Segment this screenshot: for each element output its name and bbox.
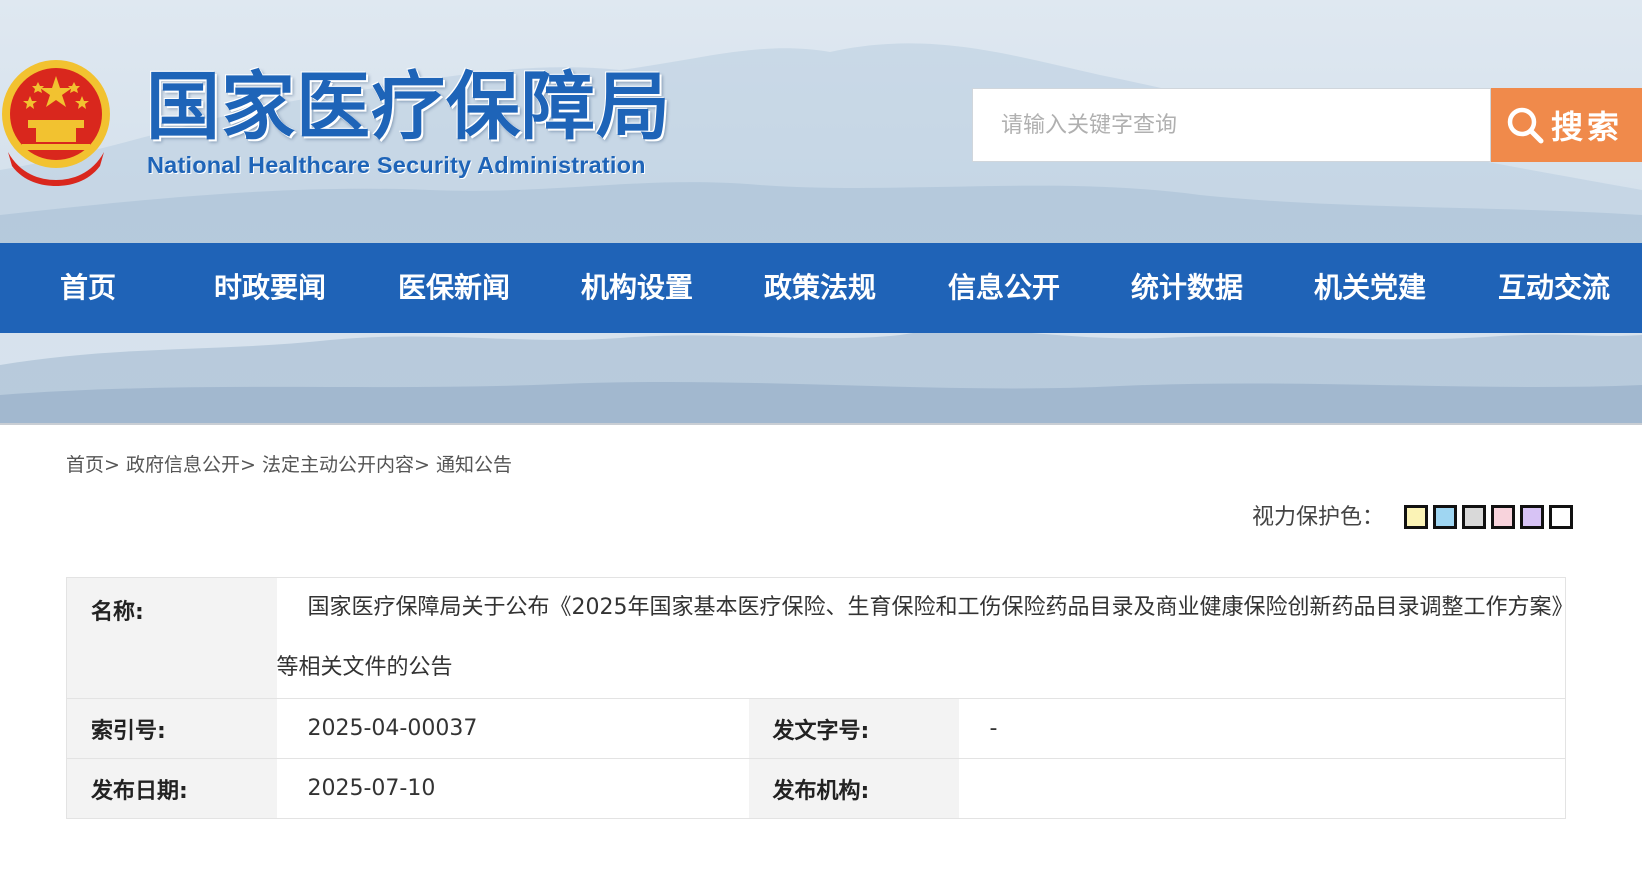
eye-color-swatch-yellow[interactable]: [1404, 505, 1428, 529]
site-header: 国家医疗保障局 National Healthcare Security Adm…: [0, 0, 1642, 425]
nav-item-interaction[interactable]: 互动交流: [1490, 243, 1618, 333]
doc-number-value: -: [958, 698, 1566, 759]
nav-item-medical-news[interactable]: 医保新闻: [390, 243, 518, 333]
search-button-label: 搜索: [1551, 109, 1624, 145]
index-value: 2025-04-00037: [276, 698, 749, 759]
site-logo-english: National Healthcare Security Administrat…: [147, 152, 646, 178]
search-input[interactable]: [972, 88, 1491, 162]
table-row: 名称: 国家医疗保障局关于公布《2025年国家基本医疗保险、生育保险和工伤保险药…: [66, 577, 1566, 699]
search-button[interactable]: 搜索: [1491, 88, 1642, 162]
publish-date-label: 发布日期:: [66, 758, 277, 819]
eye-color-swatch-white[interactable]: [1549, 505, 1573, 529]
breadcrumb-notices[interactable]: 通知公告: [436, 454, 512, 476]
eye-color-swatch-purple[interactable]: [1520, 505, 1544, 529]
breadcrumb-separator: >: [240, 454, 256, 476]
index-label: 索引号:: [66, 698, 277, 759]
header-divider: [0, 423, 1642, 425]
issuer-value: [958, 758, 1566, 819]
breadcrumb-home[interactable]: 首页: [66, 454, 104, 476]
breadcrumb: 首页> 政府信息公开> 法定主动公开内容> 通知公告: [66, 450, 512, 480]
search-icon: [1507, 107, 1544, 144]
nav-item-info-disclosure[interactable]: 信息公开: [940, 243, 1068, 333]
site-logo-chinese: 国家医疗保障局: [146, 64, 671, 150]
nav-item-policies[interactable]: 政策法规: [756, 243, 884, 333]
eye-color-swatch-blue[interactable]: [1433, 505, 1457, 529]
nav-item-statistics[interactable]: 统计数据: [1123, 243, 1251, 333]
table-row: 发布日期: 2025-07-10 发布机构:: [66, 758, 1566, 819]
doc-number-label: 发文字号:: [748, 698, 959, 759]
publish-date-value: 2025-07-10: [276, 758, 749, 819]
title-label: 名称:: [66, 577, 277, 699]
main-nav: 首页 时政要闻 医保新闻 机构设置 政策法规 信息公开 统计数据 机关党建 互动…: [0, 243, 1642, 333]
eye-protection-label: 视力保护色：: [1252, 505, 1385, 530]
table-row: 索引号: 2025-04-00037 发文字号: -: [66, 698, 1566, 759]
breadcrumb-gov-info[interactable]: 政府信息公开: [126, 454, 240, 476]
breadcrumb-separator: >: [413, 454, 430, 476]
nav-item-home[interactable]: 首页: [40, 243, 136, 333]
breadcrumb-separator: >: [104, 454, 120, 476]
nav-item-organization[interactable]: 机构设置: [573, 243, 701, 333]
document-title: 国家医疗保障局关于公布《2025年国家基本医疗保险、生育保险和工伤保险药品目录及…: [276, 577, 1566, 699]
nav-item-politics-news[interactable]: 时政要闻: [206, 243, 334, 333]
document-info-table: 名称: 国家医疗保障局关于公布《2025年国家基本医疗保险、生育保险和工伤保险药…: [66, 577, 1567, 819]
national-emblem-icon: [2, 60, 110, 186]
issuer-label: 发布机构:: [748, 758, 959, 819]
nav-item-party-building[interactable]: 机关党建: [1306, 243, 1434, 333]
breadcrumb-statutory-content[interactable]: 法定主动公开内容: [262, 454, 414, 476]
eye-color-swatch-pink[interactable]: [1491, 505, 1515, 529]
eye-color-swatch-gray[interactable]: [1462, 505, 1486, 529]
